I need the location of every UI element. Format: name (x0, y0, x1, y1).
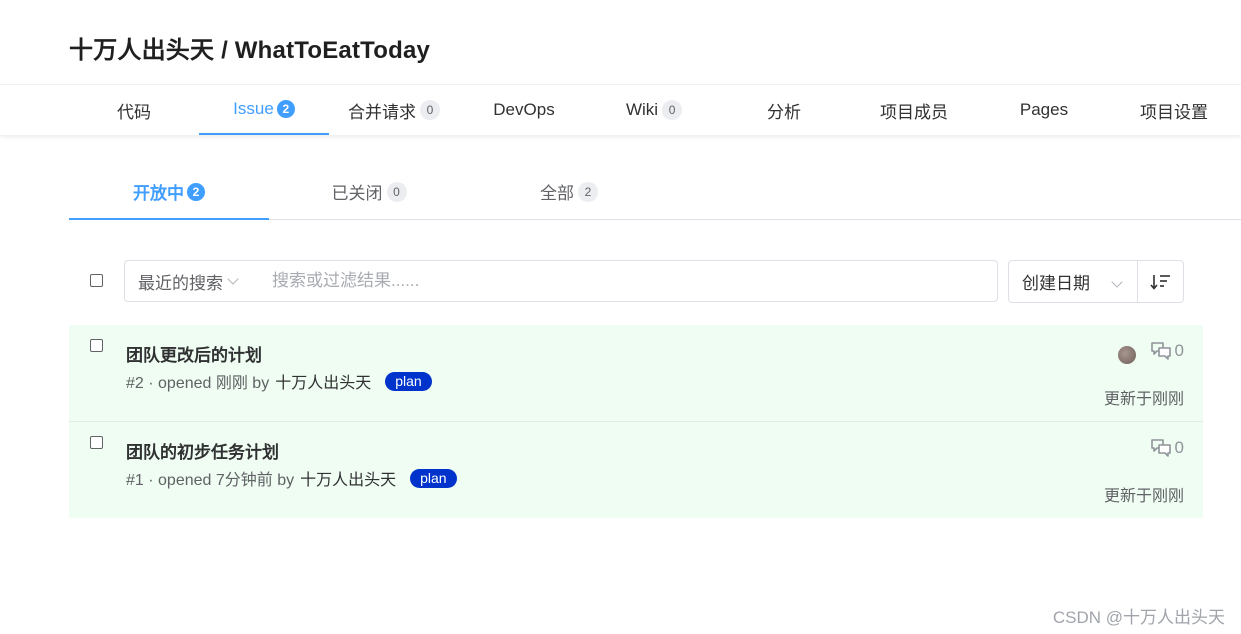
chevron-down-icon (227, 273, 239, 285)
issue-updated: 更新于刚刚 (1103, 488, 1184, 505)
search-input[interactable] (256, 260, 998, 302)
issue-checkbox[interactable] (90, 339, 103, 352)
tab-open-label: 开放中 (133, 184, 184, 203)
csdn-watermark: CSDN @十万人出头天 (1052, 608, 1225, 627)
nav-merge-requests-label: 合并请求 (348, 102, 416, 122)
issue-meta-text: #1 · opened 7分钟前 by (126, 472, 295, 489)
tab-all-count: 2 (578, 181, 598, 202)
comments-icon (1150, 439, 1171, 457)
tab-all-label: 全部 (540, 184, 574, 203)
issue-row[interactable]: 团队的初步任务计划 #1 · opened 7分钟前 by 十万人出头天 pla… (69, 422, 1203, 518)
sort-by-label: 创建日期 (1022, 274, 1090, 293)
nav-issue[interactable]: Issue 2 (199, 85, 329, 135)
nav-code[interactable]: 代码 (69, 85, 199, 135)
chevron-down-icon (1111, 276, 1123, 288)
issue-checkbox[interactable] (90, 436, 103, 449)
issue-label[interactable]: plan (410, 468, 457, 488)
issue-meta-text: #2 · opened 刚刚 by (126, 375, 270, 392)
comments-count: 0 (1174, 341, 1184, 360)
nav-wiki-label: Wiki (625, 100, 659, 119)
issue-meta: #1 · opened 7分钟前 by 十万人出头天 plan (126, 466, 457, 490)
issue-label[interactable]: plan (385, 371, 432, 391)
nav-settings[interactable]: 项目设置 (1109, 85, 1239, 135)
sort-direction-button[interactable] (1137, 260, 1184, 303)
nav-merge-requests-count: 0 (420, 100, 440, 120)
issue-meta: #2 · opened 刚刚 by 十万人出头天 plan (126, 369, 432, 393)
project-nav: 代码 Issue 2 合并请求 0 DevOps Wiki 0 分析 项目成员 … (0, 84, 1241, 135)
nav-merge-requests[interactable]: 合并请求 0 (329, 85, 459, 135)
issue-title[interactable]: 团队的初步任务计划 (126, 438, 279, 463)
assignee-avatar[interactable] (1118, 346, 1136, 364)
nav-pages-label: Pages (1019, 100, 1069, 119)
repo-title: 十万人出头天 / WhatToEatToday (69, 37, 431, 64)
sort-by-dropdown[interactable]: 创建日期 (1008, 260, 1138, 303)
nav-wiki[interactable]: Wiki 0 (589, 85, 719, 135)
sort-direction-icon (1149, 274, 1170, 290)
nav-code-label: 代码 (117, 102, 151, 122)
issue-state-tabs: 开放中 2 已关闭 0 全部 2 (69, 165, 1241, 220)
tab-open-count: 2 (187, 182, 205, 201)
nav-issue-label: Issue (233, 99, 274, 118)
nav-devops-label: DevOps (493, 100, 555, 119)
tab-closed-label: 已关闭 (331, 184, 383, 203)
comments-icon (1150, 342, 1171, 360)
nav-members[interactable]: 项目成员 (849, 85, 979, 135)
nav-issue-count: 2 (276, 100, 295, 118)
issue-author[interactable]: 十万人出头天 (275, 369, 371, 393)
nav-wiki-count: 0 (662, 100, 683, 120)
issue-comments[interactable]: 0 (1150, 438, 1184, 458)
comments-count: 0 (1174, 438, 1184, 457)
issue-updated: 更新于刚刚 (1103, 391, 1184, 408)
tab-closed-count: 0 (386, 181, 407, 202)
nav-devops[interactable]: DevOps (459, 85, 589, 135)
issue-title[interactable]: 团队更改后的计划 (126, 341, 262, 366)
nav-members-label: 项目成员 (880, 102, 948, 122)
recent-searches-dropdown[interactable]: 最近的搜索 (124, 260, 257, 302)
issue-comments[interactable]: 0 (1150, 341, 1184, 361)
nav-analytics[interactable]: 分析 (719, 85, 849, 135)
tab-all[interactable]: 全部 2 (469, 165, 669, 218)
tab-closed[interactable]: 已关闭 0 (269, 165, 469, 218)
nav-settings-label: 项目设置 (1140, 102, 1208, 122)
issue-row[interactable]: 团队更改后的计划 #2 · opened 刚刚 by 十万人出头天 plan 0… (69, 325, 1203, 422)
select-all-checkbox[interactable] (90, 274, 103, 287)
nav-analytics-label: 分析 (767, 102, 801, 122)
nav-pages[interactable]: Pages (979, 85, 1109, 135)
issue-author[interactable]: 十万人出头天 (300, 466, 396, 490)
tab-open[interactable]: 开放中 2 (69, 165, 269, 220)
recent-searches-label: 最近的搜索 (138, 273, 223, 293)
